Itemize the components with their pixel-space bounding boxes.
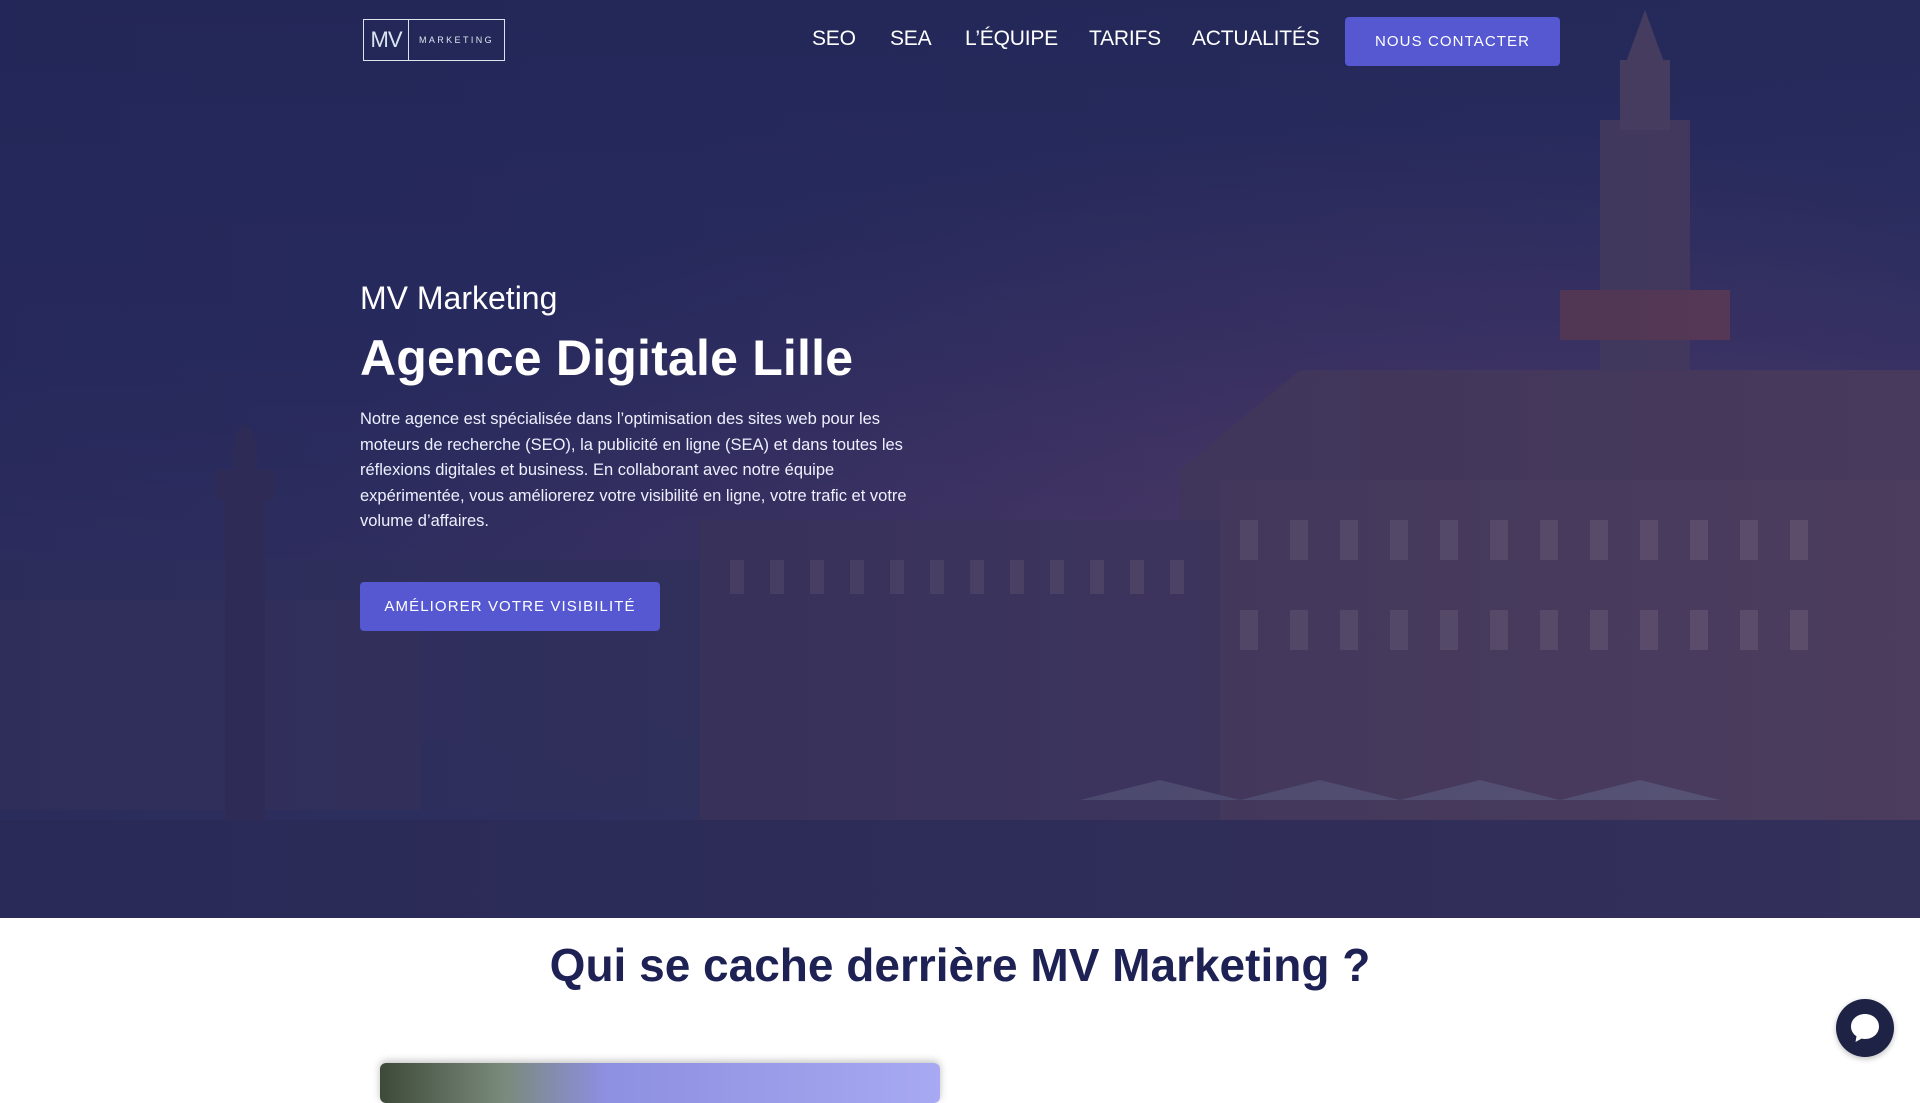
nav-item-equipe[interactable]: L’ÉQUIPE <box>965 27 1058 51</box>
logo-monogram: MV <box>364 20 409 60</box>
contact-button[interactable]: NOUS CONTACTER <box>1345 17 1560 66</box>
logo-wordmark: MARKETING <box>418 35 495 45</box>
chat-bubble-icon <box>1851 1014 1879 1042</box>
team-photo <box>380 1063 940 1103</box>
nav-item-sea[interactable]: SEA <box>890 27 932 51</box>
nav-item-actualites[interactable]: ACTUALITÉS <box>1192 27 1320 51</box>
hero-description: Notre agence est spécialisée dans l’opti… <box>360 410 907 531</box>
hero-section <box>0 0 1920 918</box>
hero-eyebrow: MV Marketing <box>360 280 558 316</box>
about-section-title: Qui se cache derrière MV Marketing ? <box>549 939 1371 991</box>
nav-item-seo[interactable]: SEO <box>812 27 856 51</box>
mv-marketing-logo[interactable]: MV MARKETING <box>363 19 505 61</box>
nav-item-tarifs[interactable]: TARIFS <box>1089 27 1161 51</box>
improve-visibility-button[interactable]: AMÉLIORER VOTRE VISIBILITÉ <box>360 582 660 631</box>
hero-overlay <box>0 0 1920 918</box>
chat-launcher-button[interactable] <box>1836 999 1894 1057</box>
hero-headline: Agence Digitale Lille <box>360 330 854 386</box>
